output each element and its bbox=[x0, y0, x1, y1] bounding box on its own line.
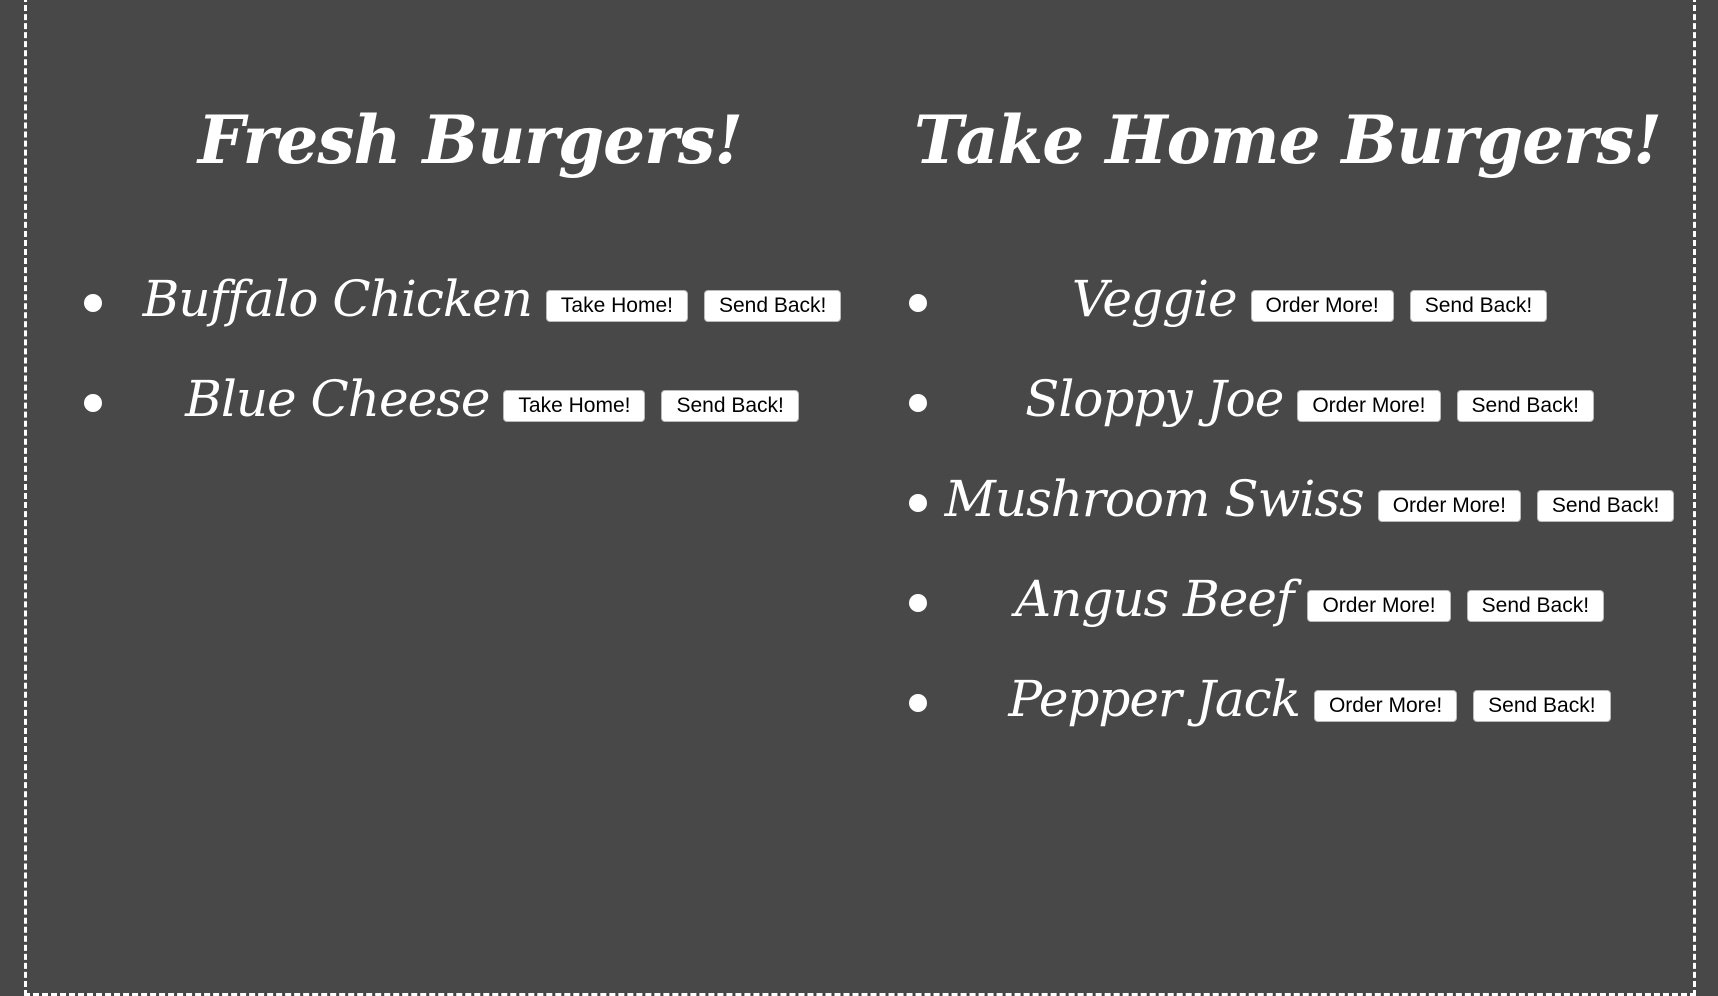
fresh-burgers-column: Fresh Burgers! Buffalo Chicken Take Home… bbox=[60, 0, 880, 888]
bullet-icon bbox=[909, 694, 927, 712]
take-home-burgers-column: Take Home Burgers! Veggie Order More! Se… bbox=[885, 0, 1690, 888]
order-more-button[interactable]: Order More! bbox=[1313, 690, 1458, 722]
take-home-burgers-title: Take Home Burgers! bbox=[913, 101, 1662, 179]
send-back-button[interactable]: Send Back! bbox=[661, 390, 799, 422]
burger-name: Mushroom Swiss bbox=[944, 470, 1365, 528]
list-item: Veggie Order More! Send Back! bbox=[885, 264, 1690, 334]
bullet-icon bbox=[909, 594, 927, 612]
order-more-button[interactable]: Order More! bbox=[1297, 390, 1441, 422]
fresh-burgers-title: Fresh Burgers! bbox=[197, 101, 743, 179]
bullet-icon bbox=[84, 394, 102, 412]
bullet-icon bbox=[909, 494, 927, 512]
burger-name: Angus Beef bbox=[1014, 570, 1295, 628]
bullet-icon bbox=[909, 394, 927, 412]
send-back-button[interactable]: Send Back! bbox=[1473, 690, 1611, 722]
send-back-button[interactable]: Send Back! bbox=[1456, 390, 1594, 422]
list-item: Sloppy Joe Order More! Send Back! bbox=[885, 364, 1690, 434]
burger-name: Pepper Jack bbox=[1008, 670, 1301, 728]
order-more-button[interactable]: Order More! bbox=[1250, 290, 1394, 322]
bullet-icon bbox=[909, 294, 927, 312]
bullet-icon bbox=[84, 294, 102, 312]
burger-name: Veggie bbox=[1071, 270, 1238, 328]
list-item: Buffalo Chicken Take Home! Send Back! bbox=[60, 264, 880, 334]
order-more-button[interactable]: Order More! bbox=[1307, 590, 1451, 622]
list-item: Pepper Jack Order More! Send Back! bbox=[885, 664, 1690, 734]
send-back-button[interactable]: Send Back! bbox=[1536, 490, 1675, 522]
burger-name: Sloppy Joe bbox=[1025, 370, 1284, 428]
burger-name: Blue Cheese bbox=[185, 370, 490, 428]
send-back-button[interactable]: Send Back! bbox=[1409, 290, 1548, 322]
send-back-button[interactable]: Send Back! bbox=[1466, 590, 1605, 622]
send-back-button[interactable]: Send Back! bbox=[703, 290, 842, 322]
burger-name: Buffalo Chicken bbox=[142, 270, 533, 328]
list-item: Mushroom Swiss Order More! Send Back! bbox=[885, 464, 1690, 534]
take-home-button[interactable]: Take Home! bbox=[503, 390, 646, 422]
take-home-button[interactable]: Take Home! bbox=[545, 290, 688, 322]
list-item: Angus Beef Order More! Send Back! bbox=[885, 564, 1690, 634]
list-item: Blue Cheese Take Home! Send Back! bbox=[60, 364, 880, 434]
order-more-button[interactable]: Order More! bbox=[1377, 490, 1521, 522]
